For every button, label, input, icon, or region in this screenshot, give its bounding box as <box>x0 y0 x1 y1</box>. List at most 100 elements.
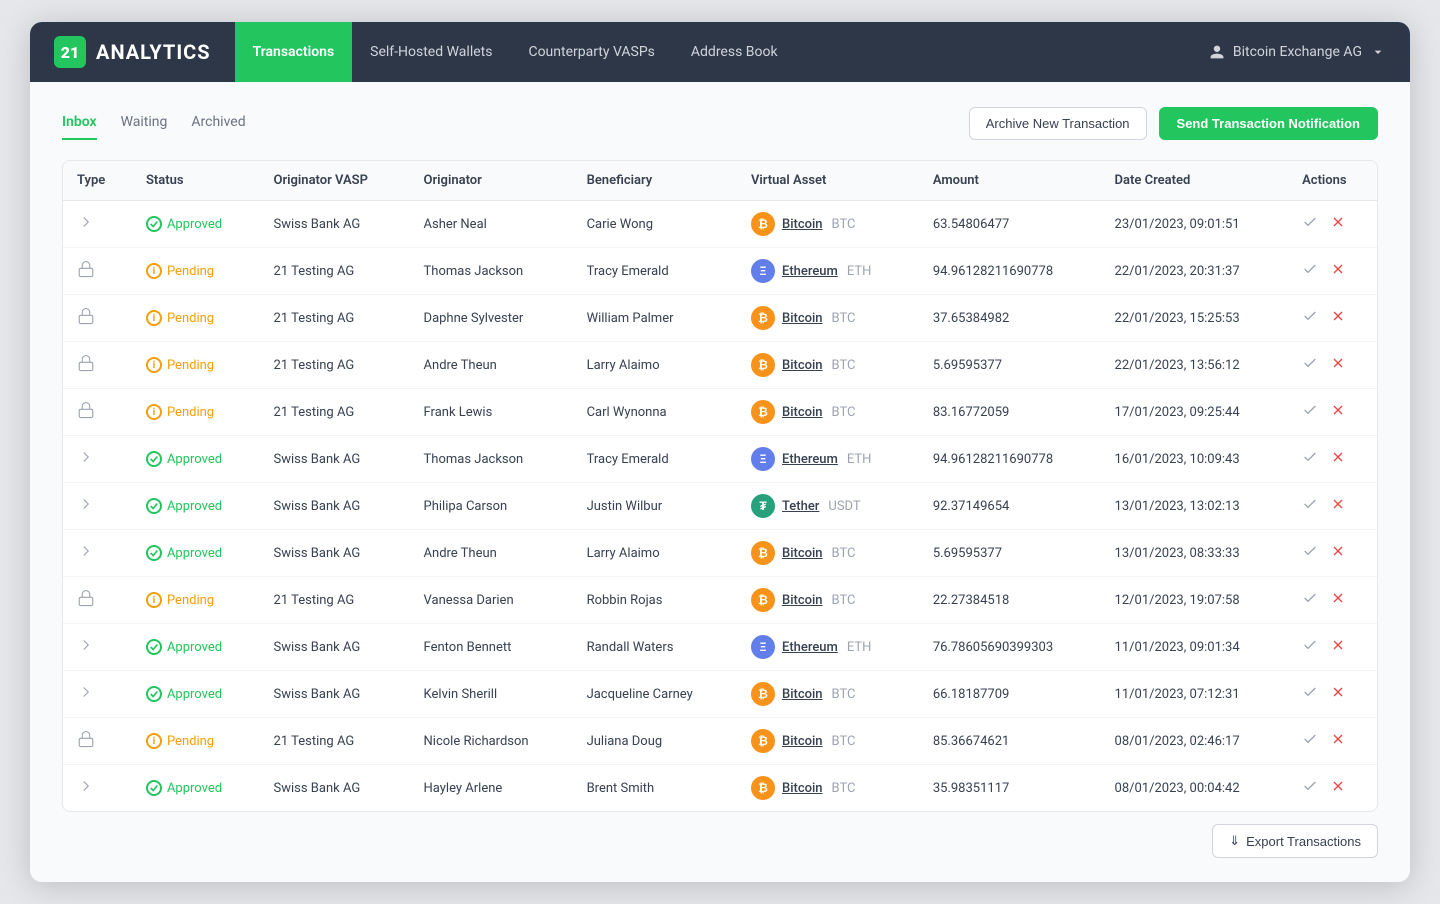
nav-item-transactions[interactable]: Transactions <box>235 22 353 82</box>
asset-name[interactable]: Bitcoin <box>782 781 823 796</box>
approve-action[interactable] <box>1302 778 1318 798</box>
transactions-table: Type Status Originator VASP Originator B… <box>63 161 1377 811</box>
col-status: Status <box>132 161 260 201</box>
cell-virtual-asset: Ξ Ethereum ETH <box>737 624 919 671</box>
pending-icon: i <box>146 404 162 420</box>
reject-action[interactable] <box>1330 684 1346 704</box>
col-originator: Originator <box>410 161 573 201</box>
approve-action[interactable] <box>1302 449 1318 469</box>
actions-cell <box>1302 355 1363 375</box>
reject-action[interactable] <box>1330 402 1346 422</box>
reject-action[interactable] <box>1330 543 1346 563</box>
status-pending: i Pending <box>146 404 246 420</box>
cell-originator: Frank Lewis <box>410 389 573 436</box>
asset-name[interactable]: Bitcoin <box>782 546 823 561</box>
cell-originator-vasp: 21 Testing AG <box>260 295 410 342</box>
col-virtual-asset: Virtual Asset <box>737 161 919 201</box>
asset-symbol: BTC <box>832 405 856 420</box>
asset-name[interactable]: Ethereum <box>782 452 838 467</box>
status-label: Pending <box>167 358 214 373</box>
approve-action[interactable] <box>1302 684 1318 704</box>
status-label: Approved <box>167 499 222 514</box>
asset-name[interactable]: Bitcoin <box>782 217 823 232</box>
main-content: Inbox Waiting Archived Archive New Trans… <box>30 82 1410 882</box>
col-actions: Actions <box>1288 161 1377 201</box>
approve-action[interactable] <box>1302 214 1318 234</box>
approve-action[interactable] <box>1302 637 1318 657</box>
reject-action[interactable] <box>1330 778 1346 798</box>
export-row: ⇓ Export Transactions <box>62 812 1378 858</box>
cell-originator: Fenton Bennett <box>410 624 573 671</box>
table-row: Approved Swiss Bank AGAndre TheunLarry A… <box>63 530 1377 577</box>
export-label: Export Transactions <box>1246 834 1361 849</box>
approve-action[interactable] <box>1302 731 1318 751</box>
status-pending: i Pending <box>146 357 246 373</box>
send-icon <box>77 687 95 705</box>
actions-cell <box>1302 637 1363 657</box>
archive-new-button[interactable]: Archive New Transaction <box>969 107 1147 140</box>
reject-action[interactable] <box>1330 637 1346 657</box>
app-window: 21 ANALYTICS Transactions Self-Hosted Wa… <box>30 22 1410 882</box>
asset-symbol: BTC <box>832 734 856 749</box>
cell-beneficiary: Tracy Emerald <box>573 436 737 483</box>
asset-icon-btc: ₿ <box>751 776 775 800</box>
asset-symbol: USDT <box>828 499 860 514</box>
cell-actions <box>1288 624 1377 671</box>
reject-action[interactable] <box>1330 214 1346 234</box>
cell-actions <box>1288 342 1377 389</box>
reject-action[interactable] <box>1330 449 1346 469</box>
approve-action[interactable] <box>1302 496 1318 516</box>
send-notification-button[interactable]: Send Transaction Notification <box>1159 107 1378 140</box>
transactions-table-wrap: Type Status Originator VASP Originator B… <box>62 160 1378 812</box>
asset-name[interactable]: Bitcoin <box>782 593 823 608</box>
cell-originator-vasp: Swiss Bank AG <box>260 765 410 812</box>
export-button[interactable]: ⇓ Export Transactions <box>1212 824 1378 858</box>
asset-name[interactable]: Bitcoin <box>782 405 823 420</box>
reject-action[interactable] <box>1330 308 1346 328</box>
approve-action[interactable] <box>1302 355 1318 375</box>
cell-amount: 76.78605690399303 <box>919 624 1101 671</box>
cell-actions <box>1288 577 1377 624</box>
asset-icon-btc: ₿ <box>751 353 775 377</box>
nav-item-counterparty-vasps[interactable]: Counterparty VASPs <box>510 22 672 82</box>
tab-archived[interactable]: Archived <box>191 106 245 140</box>
approve-action[interactable] <box>1302 261 1318 281</box>
reject-action[interactable] <box>1330 731 1346 751</box>
reject-action[interactable] <box>1330 496 1346 516</box>
approve-action[interactable] <box>1302 402 1318 422</box>
table-row: Approved Swiss Bank AGKelvin SherillJacq… <box>63 671 1377 718</box>
nav-item-self-hosted-wallets[interactable]: Self-Hosted Wallets <box>352 22 510 82</box>
cell-virtual-asset: ₿ Bitcoin BTC <box>737 389 919 436</box>
asset-name[interactable]: Bitcoin <box>782 734 823 749</box>
col-originator-vasp: Originator VASP <box>260 161 410 201</box>
cell-date-created: 11/01/2023, 09:01:34 <box>1101 624 1289 671</box>
approve-action[interactable] <box>1302 543 1318 563</box>
cell-originator: Nicole Richardson <box>410 718 573 765</box>
asset-icon-btc: ₿ <box>751 306 775 330</box>
nav-item-address-book[interactable]: Address Book <box>673 22 796 82</box>
reject-action[interactable] <box>1330 261 1346 281</box>
asset-name[interactable]: Ethereum <box>782 640 838 655</box>
cell-date-created: 13/01/2023, 08:33:33 <box>1101 530 1289 577</box>
tab-inbox[interactable]: Inbox <box>62 106 97 140</box>
asset-name[interactable]: Bitcoin <box>782 687 823 702</box>
asset-icon-btc: ₿ <box>751 541 775 565</box>
asset-symbol: ETH <box>847 452 872 467</box>
approve-action[interactable] <box>1302 590 1318 610</box>
asset-cell: ₿ Bitcoin BTC <box>751 353 905 377</box>
reject-action[interactable] <box>1330 590 1346 610</box>
asset-name[interactable]: Ethereum <box>782 264 838 279</box>
nav-links: Transactions Self-Hosted Wallets Counter… <box>235 22 1209 82</box>
actions-cell <box>1302 778 1363 798</box>
approve-action[interactable] <box>1302 308 1318 328</box>
tab-waiting[interactable]: Waiting <box>121 106 168 140</box>
asset-name[interactable]: Tether <box>782 499 819 514</box>
cell-status: i Pending <box>132 295 260 342</box>
reject-action[interactable] <box>1330 355 1346 375</box>
actions-cell <box>1302 449 1363 469</box>
nav-user[interactable]: Bitcoin Exchange AG <box>1209 44 1386 60</box>
lock-icon <box>77 311 95 329</box>
asset-name[interactable]: Bitcoin <box>782 358 823 373</box>
asset-name[interactable]: Bitcoin <box>782 311 823 326</box>
asset-symbol: BTC <box>832 593 856 608</box>
